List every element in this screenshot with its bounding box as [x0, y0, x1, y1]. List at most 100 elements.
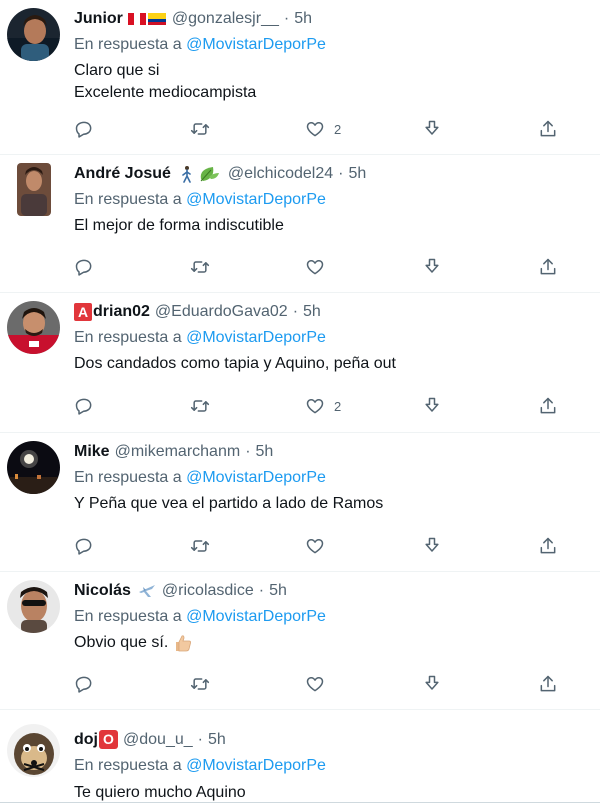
like-button[interactable]: 2	[305, 394, 341, 418]
reply-button[interactable]	[74, 394, 94, 418]
reply-icon	[74, 257, 94, 277]
user-handle[interactable]: @mikemarchanm	[115, 442, 241, 461]
tweet-text: Te quiero mucho Aquino	[74, 782, 246, 804]
mention-link[interactable]: @MovistarDeporPe	[186, 191, 326, 208]
user-handle[interactable]: @dou_u_	[123, 730, 193, 749]
avatar[interactable]	[7, 441, 60, 494]
tweet[interactable]: Nicolás @ricolasdice · 5h En respuesta a…	[0, 572, 600, 710]
like-button[interactable]	[305, 672, 334, 696]
reply-context: En respuesta a @MovistarDeporPe	[74, 328, 326, 347]
like-button[interactable]	[305, 534, 334, 558]
display-name[interactable]: André Josué	[74, 164, 171, 183]
tweet-actions: 2	[74, 394, 574, 418]
tweet-text: Y Peña que vea el partido a lado de Ramo…	[74, 493, 383, 515]
reply-context: En respuesta a @MovistarDeporPe	[74, 756, 326, 775]
timestamp[interactable]: 5h	[208, 730, 226, 749]
share-icon	[538, 674, 558, 694]
reply-button[interactable]	[74, 672, 94, 696]
reply-icon	[74, 119, 94, 139]
share-button[interactable]	[538, 672, 558, 696]
display-name[interactable]: Junior	[74, 9, 123, 28]
user-handle[interactable]: @elchicodel24	[228, 164, 333, 183]
retweet-button[interactable]	[190, 394, 210, 418]
display-name[interactable]: doj	[74, 730, 98, 749]
reply-icon	[74, 536, 94, 556]
timestamp[interactable]: 5h	[269, 581, 287, 600]
tweet-header: doj O @dou_u_ · 5h	[74, 730, 226, 749]
avatar[interactable]	[7, 301, 60, 354]
avatar[interactable]	[7, 8, 60, 61]
like-button[interactable]	[305, 255, 334, 279]
tweet-text-line: Claro que si	[74, 62, 160, 79]
tweet-actions	[74, 255, 574, 279]
avatar[interactable]	[17, 163, 51, 216]
download-icon	[422, 119, 442, 139]
timestamp[interactable]: 5h	[256, 442, 274, 461]
tweet-text: El mejor de forma indiscutible	[74, 215, 284, 237]
airplane-emoji	[137, 582, 157, 600]
tweet[interactable]: A drian02 @EduardoGava02 · 5h En respues…	[0, 293, 600, 433]
tweet[interactable]: André Josué @elchicodel24 · 5h En respue…	[0, 155, 600, 293]
download-icon	[422, 257, 442, 277]
tweet[interactable]: Junior @gonzalesjr__ · 5h En respuesta a…	[0, 0, 600, 155]
like-button[interactable]: 2	[305, 117, 341, 141]
share-button[interactable]	[538, 534, 558, 558]
flag-emojis	[127, 11, 167, 27]
reply-button[interactable]	[74, 534, 94, 558]
download-button[interactable]	[422, 255, 442, 279]
user-handle[interactable]: @EduardoGava02	[155, 302, 288, 321]
timestamp[interactable]: 5h	[348, 164, 366, 183]
download-button[interactable]	[422, 672, 442, 696]
tweet-text-line: Te quiero mucho Aquino	[74, 784, 246, 801]
display-name[interactable]: Nicolás	[74, 581, 131, 600]
avatar[interactable]	[7, 724, 60, 777]
tweet-actions	[74, 672, 574, 696]
user-handle[interactable]: @gonzalesjr__	[172, 9, 279, 28]
mention-link[interactable]: @MovistarDeporPe	[186, 608, 326, 625]
download-icon	[422, 396, 442, 416]
reply-button[interactable]	[74, 117, 94, 141]
retweet-button[interactable]	[190, 534, 210, 558]
tweet-text: Obvio que sí.	[74, 632, 193, 654]
share-icon	[538, 257, 558, 277]
reply-icon	[74, 396, 94, 416]
download-button[interactable]	[422, 394, 442, 418]
reply-context: En respuesta a @MovistarDeporPe	[74, 607, 326, 626]
heart-icon	[305, 119, 325, 139]
share-button[interactable]	[538, 255, 558, 279]
share-button[interactable]	[538, 394, 558, 418]
reply-prefix: En respuesta a	[74, 191, 182, 208]
mention-link[interactable]: @MovistarDeporPe	[186, 329, 326, 346]
separator-dot: ·	[283, 10, 290, 27]
tweet-header: Mike @mikemarchanm · 5h	[74, 442, 273, 461]
user-handle[interactable]: @ricolasdice	[162, 581, 254, 600]
separator-dot: ·	[197, 731, 203, 748]
separator-dot: ·	[338, 165, 344, 182]
timestamp[interactable]: 5h	[294, 9, 312, 28]
person-leaf-emojis	[179, 165, 223, 183]
separator-dot: ·	[258, 582, 265, 599]
reply-button[interactable]	[74, 255, 94, 279]
mention-link[interactable]: @MovistarDeporPe	[186, 469, 326, 486]
retweet-button[interactable]	[190, 117, 210, 141]
timestamp[interactable]: 5h	[303, 302, 321, 321]
name-letter-badge: A	[74, 302, 92, 321]
heart-icon	[305, 257, 325, 277]
retweet-button[interactable]	[190, 255, 210, 279]
reply-context: En respuesta a @MovistarDeporPe	[74, 35, 326, 54]
avatar[interactable]	[7, 580, 60, 633]
display-name[interactable]: drian02	[93, 302, 150, 321]
reply-prefix: En respuesta a	[74, 36, 182, 53]
download-button[interactable]	[422, 117, 442, 141]
mention-link[interactable]: @MovistarDeporPe	[186, 36, 326, 53]
tweet[interactable]: Mike @mikemarchanm · 5h En respuesta a @…	[0, 433, 600, 572]
mention-link[interactable]: @MovistarDeporPe	[186, 757, 326, 774]
tweet-header: A drian02 @EduardoGava02 · 5h	[74, 302, 321, 321]
tweet[interactable]: doj O @dou_u_ · 5h En respuesta a @Movis…	[0, 710, 600, 803]
display-name[interactable]: Mike	[74, 442, 110, 461]
heart-icon	[305, 396, 325, 416]
download-button[interactable]	[422, 534, 442, 558]
retweet-icon	[190, 257, 210, 277]
retweet-button[interactable]	[190, 672, 210, 696]
share-button[interactable]	[538, 117, 558, 141]
